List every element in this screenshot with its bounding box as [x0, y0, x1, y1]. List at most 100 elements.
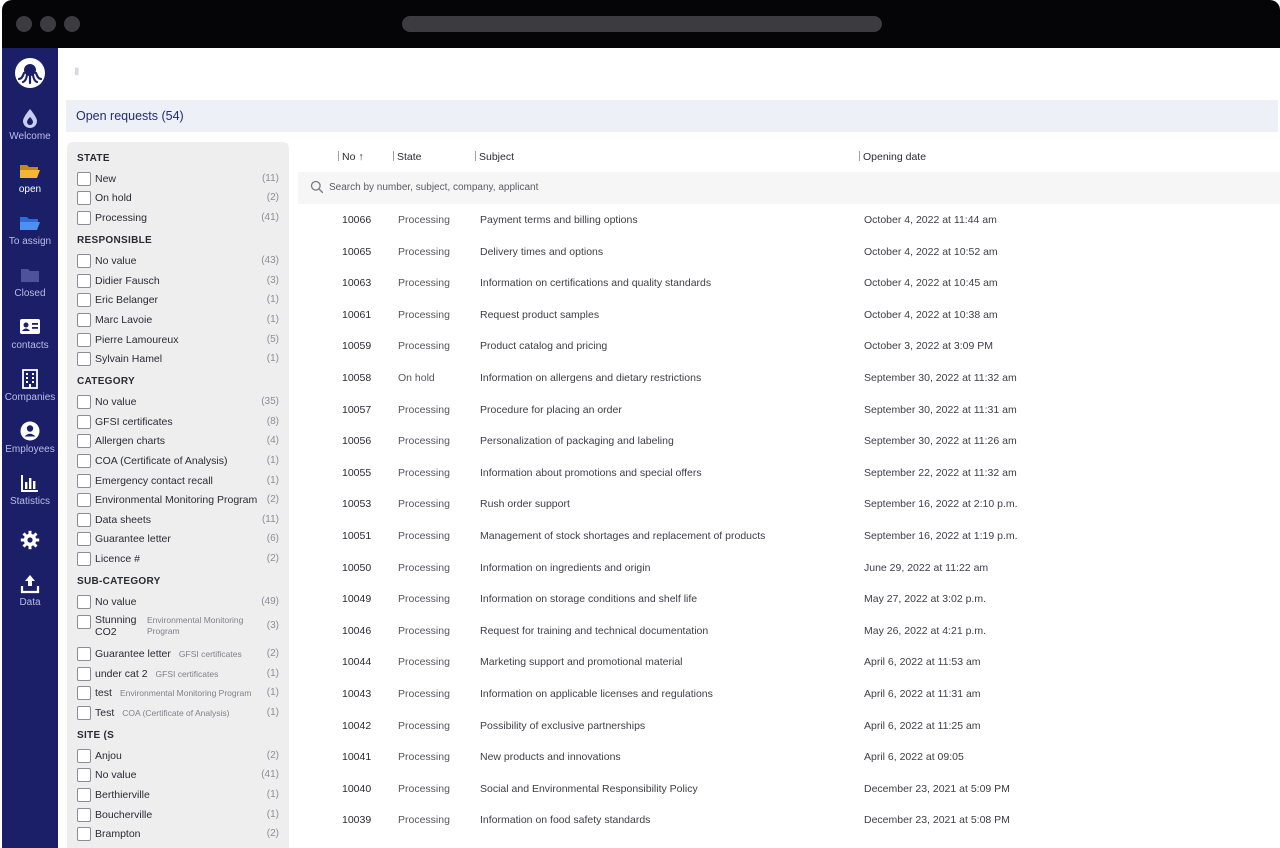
filter-site-item[interactable]: Anjou (2)	[77, 748, 279, 766]
filter-site-item[interactable]: Berthierville (1)	[77, 787, 279, 805]
filter-subcategory-item[interactable]: test Environmental Monitoring Program (1)	[77, 685, 279, 703]
checkbox[interactable]	[77, 768, 91, 782]
filter-responsible-item[interactable]: Sylvain Hamel (1)	[77, 351, 279, 369]
checkbox[interactable]	[77, 254, 91, 268]
table-row[interactable]: 10065 Processing Delivery times and option…	[298, 236, 1280, 268]
nav-employees[interactable]: Employees	[2, 421, 58, 455]
table-row[interactable]: 10061 Processing Request product samples Oc…	[298, 299, 1280, 331]
checkbox[interactable]	[77, 595, 91, 609]
table-row[interactable]: 10044 Processing Marketing support and pro…	[298, 646, 1280, 678]
table-row[interactable]: 10051 Processing Management of stock short…	[298, 520, 1280, 552]
table-row[interactable]: 10057 Processing Procedure for placing an …	[298, 394, 1280, 426]
table-row[interactable]: 10041 Processing New products and innovati…	[298, 741, 1280, 773]
checkbox[interactable]	[77, 493, 91, 507]
table-row[interactable]: 10055 Processing Information about promoti…	[298, 457, 1280, 489]
table-row[interactable]: 10050 Processing Information on ingredient…	[298, 552, 1280, 584]
filter-responsible-item[interactable]: Eric Belanger (1)	[77, 292, 279, 310]
table-row[interactable]: 10053 Processing Rush order support Septemb…	[298, 488, 1280, 520]
table-row[interactable]: 10043 Processing Information on applicable…	[298, 678, 1280, 710]
nav-data[interactable]: Data	[2, 574, 58, 608]
checkbox[interactable]	[77, 749, 91, 763]
search-input[interactable]: Search by number, subject, company, appl…	[329, 182, 538, 193]
checkbox[interactable]	[77, 686, 91, 700]
checkbox[interactable]	[77, 532, 91, 546]
checkbox[interactable]	[77, 667, 91, 681]
window-minimize-button[interactable]	[40, 16, 56, 32]
nav-open[interactable]: open	[2, 161, 58, 195]
window-maximize-button[interactable]	[64, 16, 80, 32]
checkbox[interactable]	[77, 454, 91, 468]
checkbox[interactable]	[77, 415, 91, 429]
checkbox[interactable]	[77, 647, 91, 661]
nav-welcome[interactable]: Welcome	[2, 108, 58, 142]
filter-subcategory-item[interactable]: Stunning CO2 Environmental Monitoring Pro…	[77, 614, 279, 640]
filter-responsible-item[interactable]: Pierre Lamoureux (5)	[77, 332, 279, 350]
filter-subcategory-item[interactable]: under cat 2 GFSI certificates (1)	[77, 666, 279, 684]
filter-category-item[interactable]: Data sheets (11)	[77, 512, 279, 530]
filter-subcategory-item[interactable]: Guarantee letter GFSI certificates (2)	[77, 646, 279, 664]
checkbox[interactable]	[77, 191, 91, 205]
filter-subcategory-item[interactable]: Test COA (Certificate of Analysis) (1)	[77, 705, 279, 723]
checkbox[interactable]	[77, 615, 91, 629]
filter-category-item[interactable]: Allergen charts (4)	[77, 433, 279, 451]
checkbox[interactable]	[77, 552, 91, 566]
window-close-button[interactable]	[16, 16, 32, 32]
checkbox[interactable]	[77, 211, 91, 225]
filter-category-item[interactable]: Environmental Monitoring Program (2)	[77, 492, 279, 510]
checkbox[interactable]	[77, 352, 91, 366]
checkbox[interactable]	[77, 333, 91, 347]
nav-companies[interactable]: Companies	[2, 369, 58, 403]
search-bar[interactable]: Search by number, subject, company, appl…	[298, 172, 1280, 204]
nav-to-assign[interactable]: To assign	[2, 213, 58, 247]
checkbox[interactable]	[77, 706, 91, 720]
checkbox[interactable]	[77, 293, 91, 307]
table-row[interactable]: 10049 Processing Information on storage co…	[298, 583, 1280, 615]
filter-category-item[interactable]: GFSI certificates (8)	[77, 414, 279, 432]
checkbox[interactable]	[77, 274, 91, 288]
column-header-no[interactable]: No ↑	[338, 151, 364, 163]
filter-state-on-hold[interactable]: On hold (2)	[77, 190, 279, 208]
checkbox[interactable]	[77, 172, 91, 186]
table-row[interactable]: 10040 Processing Social and Environmental …	[298, 773, 1280, 805]
octopus-logo-icon[interactable]	[15, 58, 45, 88]
filter-category-item[interactable]: Emergency contact recall (1)	[77, 473, 279, 491]
filter-category-item[interactable]: No value (35)	[77, 394, 279, 412]
checkbox[interactable]	[77, 788, 91, 802]
checkbox[interactable]	[77, 313, 91, 327]
filter-site-item[interactable]: No value (41)	[77, 767, 279, 785]
table-row[interactable]: 10058 On hold Information on allergens and…	[298, 362, 1280, 394]
filter-responsible-item[interactable]: Marc Lavoie (1)	[77, 312, 279, 330]
checkbox[interactable]	[77, 474, 91, 488]
filter-category-item[interactable]: Licence # (2)	[77, 551, 279, 569]
table-row[interactable]: 10063 Processing Information on certificat…	[298, 267, 1280, 299]
nav-settings[interactable]	[2, 530, 58, 553]
table-row[interactable]: 10059 Processing Product catalog and prici…	[298, 330, 1280, 362]
filter-category-item[interactable]: COA (Certificate of Analysis) (1)	[77, 453, 279, 471]
pin-icon[interactable]: ▮	[74, 66, 80, 77]
filter-site-item[interactable]: Boucherville (1)	[77, 807, 279, 825]
checkbox[interactable]	[77, 434, 91, 448]
table-row[interactable]: 10056 Processing Personalization of packag…	[298, 425, 1280, 457]
table-row[interactable]: 10039 Processing Information on food safet…	[298, 804, 1280, 836]
column-header-subject[interactable]: Subject	[475, 151, 514, 163]
table-row[interactable]: 10066 Processing Payment terms and billing…	[298, 204, 1280, 236]
checkbox[interactable]	[77, 513, 91, 527]
filter-state-processing[interactable]: Processing (41)	[77, 210, 279, 228]
filter-category-item[interactable]: Guarantee letter (6)	[77, 531, 279, 549]
checkbox[interactable]	[77, 808, 91, 822]
filter-subcategory-item[interactable]: No value (49)	[77, 594, 279, 612]
column-header-state[interactable]: State	[393, 151, 422, 163]
filter-state-new[interactable]: New (11)	[77, 171, 279, 189]
address-bar[interactable]	[402, 16, 882, 32]
nav-statistics[interactable]: Statistics	[2, 473, 58, 507]
table-row[interactable]: 10046 Processing Request for training and …	[298, 615, 1280, 647]
table-row[interactable]: 10042 Processing Possibility of exclusive …	[298, 710, 1280, 742]
column-header-opening-date[interactable]: Opening date	[859, 151, 926, 163]
filter-responsible-item[interactable]: No value (43)	[77, 253, 279, 271]
checkbox[interactable]	[77, 827, 91, 841]
checkbox[interactable]	[77, 395, 91, 409]
nav-closed[interactable]: Closed	[2, 265, 58, 299]
filter-site-item[interactable]: Brampton (2)	[77, 826, 279, 844]
nav-contacts[interactable]: contacts	[2, 317, 58, 351]
filter-responsible-item[interactable]: Didier Fausch (3)	[77, 273, 279, 291]
